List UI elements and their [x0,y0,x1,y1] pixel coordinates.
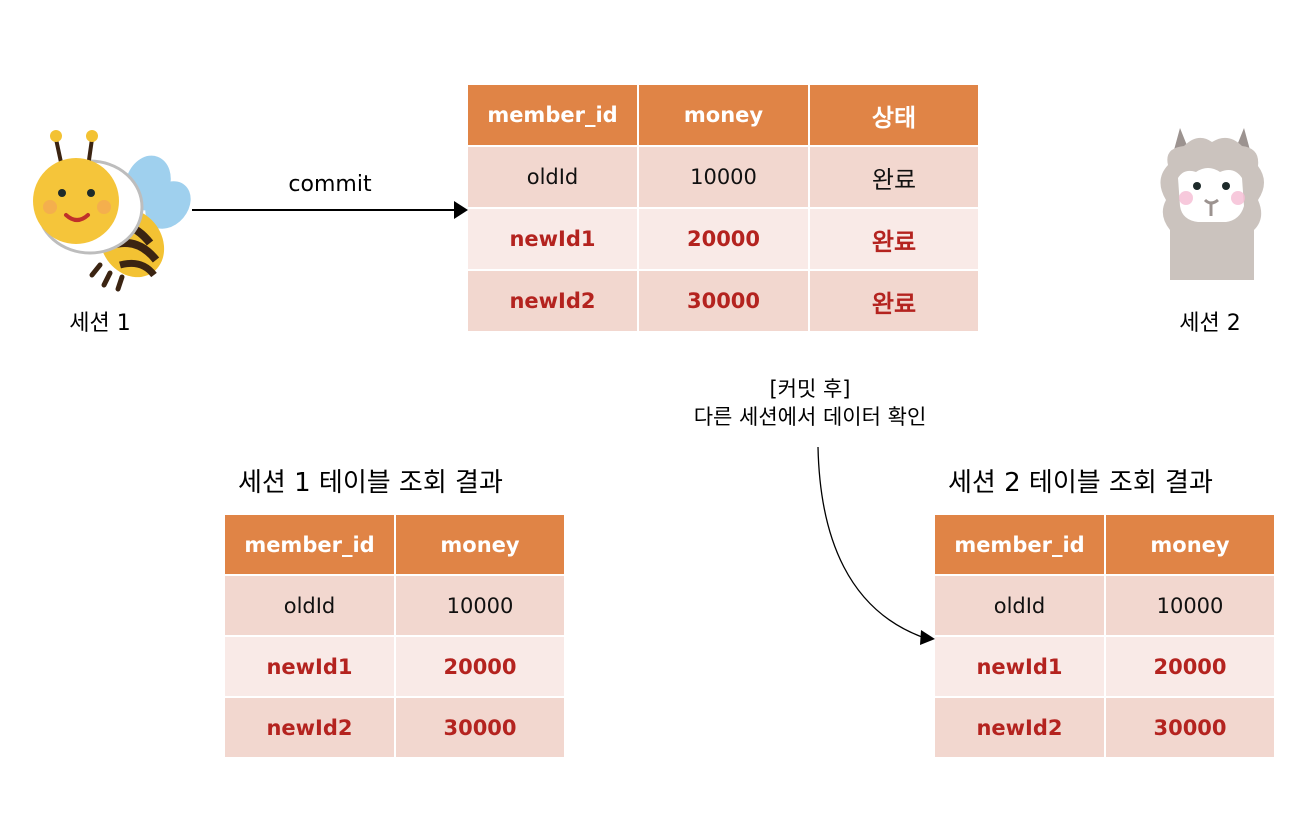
header-member-id: member_id [935,515,1104,574]
cell-money: 10000 [639,147,808,207]
cell-member-id: newId1 [935,637,1104,696]
cell-member-id: newId2 [935,698,1104,757]
cell-status: 완료 [810,271,978,331]
table-row: oldId 10000 완료 [468,147,978,207]
session2-result-title: 세션 2 테이블 조회 결과 [948,468,1213,498]
cell-money: 30000 [396,698,564,757]
table-row: newId2 30000 [225,698,564,757]
cell-money: 10000 [396,576,564,635]
table-row: newId1 20000 완료 [468,209,978,269]
header-status: 상태 [810,85,978,145]
cell-member-id: oldId [935,576,1104,635]
cell-money: 20000 [1106,637,1274,696]
table-row: newId2 30000 [935,698,1274,757]
commit-arrow [192,201,468,219]
cell-money: 20000 [639,209,808,269]
main-table-header: member_id money 상태 [468,85,978,145]
cell-member-id: oldId [225,576,394,635]
main-table: member_id money 상태 oldId 10000 완료 newId1… [466,83,980,333]
cell-status: 완료 [810,209,978,269]
cell-member-id: newId2 [225,698,394,757]
table-row: newId1 20000 [935,637,1274,696]
header-money: money [396,515,564,574]
header-member-id: member_id [225,515,394,574]
table-row: oldId 10000 [225,576,564,635]
session2-result-table: member_id money oldId 10000 newId1 20000… [933,513,1276,759]
session2-table-header: member_id money [935,515,1274,574]
cell-member-id: newId1 [225,637,394,696]
header-money: money [639,85,808,145]
cell-member-id: oldId [468,147,637,207]
session1-table-header: member_id money [225,515,564,574]
session1-result-table: member_id money oldId 10000 newId1 20000… [223,513,566,759]
note-line2: 다른 세션에서 데이터 확인 [693,405,927,429]
table-row: newId2 30000 완료 [468,271,978,331]
cell-status: 완료 [810,147,978,207]
cell-money: 30000 [1106,698,1274,757]
table-row: newId1 20000 [225,637,564,696]
header-money: money [1106,515,1274,574]
table-row: oldId 10000 [935,576,1274,635]
session1-result-title: 세션 1 테이블 조회 결과 [238,468,503,498]
cell-member-id: newId1 [468,209,637,269]
note: [커밋 후] 다른 세션에서 데이터 확인 [640,375,980,431]
cell-money: 30000 [639,271,808,331]
check-arrow [817,446,935,645]
header-member-id: member_id [468,85,637,145]
cell-money: 10000 [1106,576,1274,635]
note-line1: [커밋 후] [769,377,851,401]
cell-member-id: newId2 [468,271,637,331]
cell-money: 20000 [396,637,564,696]
